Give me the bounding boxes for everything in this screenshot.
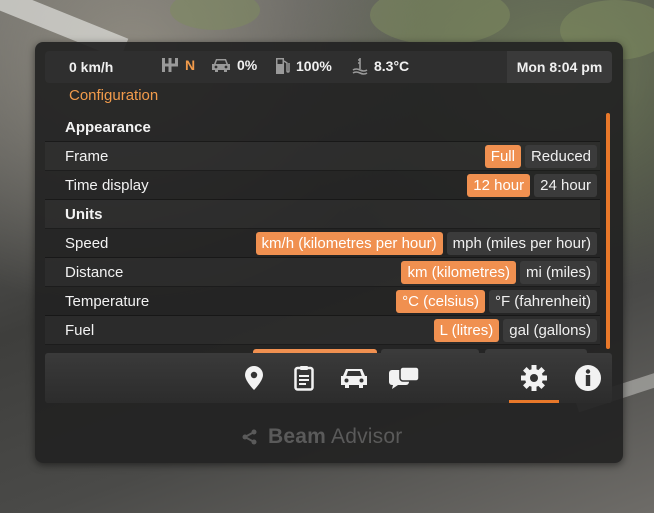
- section-header-label: Appearance: [65, 118, 151, 136]
- advisor-panel: 0 km/h N 0% 100% 8.3°C Mon 8:04 pm Confi…: [35, 42, 623, 463]
- section-header-label: Units: [65, 205, 103, 223]
- scrollbar[interactable]: [606, 113, 610, 349]
- beam-advisor-logo: Beam Advisor: [242, 425, 402, 449]
- setting-row-fuel: Fuel L (litres) gal (gallons): [45, 316, 600, 345]
- speed-kmh-option[interactable]: km/h (kilometres per hour): [255, 232, 443, 255]
- section-header-appearance: Appearance: [45, 113, 600, 142]
- distance-km-option[interactable]: km (kilometres): [401, 261, 516, 284]
- brand-word: Beam: [268, 425, 326, 448]
- fuel-pump-icon: [276, 58, 290, 74]
- temperature-indicator: 8.3°C: [352, 57, 409, 75]
- speed-mph-option[interactable]: mph (miles per hour): [446, 232, 597, 255]
- clock: Mon 8:04 pm: [507, 51, 612, 83]
- fuel-gallons-option[interactable]: gal (gallons): [503, 319, 597, 342]
- time-12-hour-option[interactable]: 12 hour: [467, 174, 531, 197]
- clipboard-icon[interactable]: [287, 362, 321, 394]
- bottom-nav: [45, 353, 612, 403]
- setting-label: Speed: [65, 234, 109, 252]
- setting-row-speed: Speed km/h (kilometres per hour) mph (mi…: [45, 229, 600, 258]
- fuel-value: 100%: [296, 58, 332, 74]
- damage-value: 0%: [237, 57, 258, 73]
- status-bar: 0 km/h N 0% 100% 8.3°C Mon 8:04 pm: [45, 51, 612, 83]
- temperature-fahrenheit-option[interactable]: °F (fahrenheit): [488, 290, 597, 313]
- damage-indicator: 0%: [211, 57, 257, 73]
- distance-mi-option[interactable]: mi (miles): [520, 261, 597, 284]
- page-title: Configuration: [69, 87, 159, 104]
- setting-label: Fuel: [65, 321, 95, 339]
- settings-list[interactable]: Appearance Frame Full Reduced Time displ…: [45, 113, 600, 345]
- active-tab-indicator: [509, 400, 559, 403]
- gear-value: N: [185, 57, 196, 73]
- gearbox-icon: [162, 58, 178, 72]
- setting-label: Temperature: [65, 292, 150, 310]
- setting-row-frame: Frame Full Reduced: [45, 142, 600, 171]
- temperature-value: 8.3°C: [374, 58, 410, 74]
- chat-icon[interactable]: [387, 362, 421, 394]
- fuel-indicator: 100%: [274, 57, 332, 75]
- speed-readout: 0 km/h: [69, 59, 114, 75]
- fuel-litres-option[interactable]: L (litres): [433, 319, 500, 342]
- info-icon[interactable]: [571, 362, 605, 394]
- frame-full-option[interactable]: Full: [484, 145, 521, 168]
- road-temperature-icon: [352, 58, 368, 75]
- gear-icon[interactable]: [517, 362, 551, 394]
- scenery-bush: [370, 0, 510, 45]
- scenery-bush: [170, 0, 260, 30]
- frame-reduced-option[interactable]: Reduced: [524, 145, 597, 168]
- car-icon[interactable]: [337, 362, 371, 394]
- gear-indicator: N: [161, 57, 195, 73]
- brand-word: Advisor: [331, 425, 403, 448]
- setting-label: Distance: [65, 263, 124, 281]
- setting-row-time-display: Time display 12 hour 24 hour: [45, 171, 600, 200]
- setting-label: Frame: [65, 147, 109, 165]
- time-24-hour-option[interactable]: 24 hour: [534, 174, 597, 197]
- car-icon: [212, 59, 230, 72]
- temperature-celsius-option[interactable]: °C (celsius): [396, 290, 485, 313]
- setting-row-temperature: Temperature °C (celsius) °F (fahrenheit): [45, 287, 600, 316]
- section-header-units: Units: [45, 200, 600, 229]
- beam-logo-icon: [242, 429, 257, 445]
- map-pin-icon[interactable]: [237, 362, 271, 394]
- setting-label: Time display: [65, 176, 149, 194]
- setting-row-distance: Distance km (kilometres) mi (miles): [45, 258, 600, 287]
